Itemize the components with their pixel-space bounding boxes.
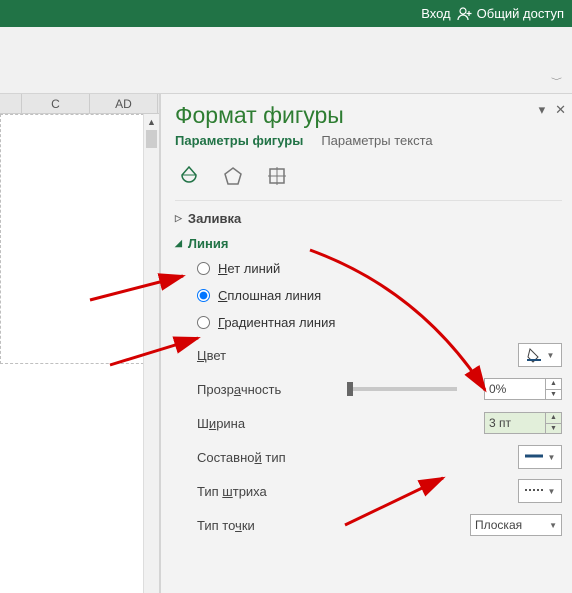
cap-value: Плоская [475,518,522,532]
col-header-ad[interactable]: AD [90,94,158,113]
radio-no-line-input[interactable] [197,262,210,275]
chevron-down-icon: ▼ [548,487,556,496]
vertical-scrollbar[interactable]: ▲ [143,114,159,593]
paint-bucket-icon [526,347,542,363]
color-picker-button[interactable]: ▼ [518,343,562,367]
signin-link[interactable]: Вход [421,6,450,21]
chevron-down-icon: ▼ [548,453,556,462]
row-compound: Составной тип ▼ [197,444,562,470]
radio-solid-line[interactable]: Сплошная линия [197,288,562,303]
close-pane-icon[interactable]: ✕ [555,102,566,118]
collapse-ribbon-icon[interactable]: ﹀ [551,76,562,86]
width-input[interactable]: 3 пт ▲▼ [484,412,562,434]
column-headers: C AD [0,94,159,114]
task-pane-options-icon[interactable]: ▾ [539,102,546,118]
scroll-up-icon[interactable]: ▲ [144,114,159,130]
chevron-down-icon: ▼ [547,351,555,360]
tab-shape-options[interactable]: Параметры фигуры [175,133,303,148]
pane-tabs: Параметры фигуры Параметры текста [175,133,562,148]
share-button[interactable]: Общий доступ [457,6,564,22]
row-color: Цвет ▼ [197,342,562,368]
collapse-icon: ◢ [175,238,182,249]
radio-gradient-line-input[interactable] [197,316,210,329]
title-bar: Вход Общий доступ [0,0,572,27]
ribbon-area: ﹀ [0,27,572,94]
category-icons [175,158,562,201]
scroll-thumb[interactable] [146,130,157,148]
effects-icon[interactable] [219,162,247,190]
spin-down-icon[interactable]: ▼ [546,390,561,400]
spin-up-icon[interactable]: ▲ [546,413,561,424]
radio-solid-line-input[interactable] [197,289,210,302]
radio-no-line[interactable]: Нет линий [197,261,562,276]
row-dash: Тип штриха ▼ [197,478,562,504]
transparency-value: 0% [489,382,506,396]
section-line-label: Линия [188,236,229,251]
tab-text-options[interactable]: Параметры текста [321,133,432,148]
worksheet-area: C AD ▲ [0,94,160,593]
cap-type-dropdown[interactable]: Плоская ▼ [470,514,562,536]
transparency-input[interactable]: 0% ▲▼ [484,378,562,400]
fill-line-icon[interactable] [175,162,203,190]
radio-gradient-line[interactable]: Градиентная линия [197,315,562,330]
col-header-c[interactable]: C [22,94,90,113]
dash-line-icon [525,486,543,496]
section-fill-header[interactable]: ▷ Заливка [175,211,562,226]
size-properties-icon[interactable] [263,162,291,190]
row-cap: Тип точки Плоская ▼ [197,512,562,538]
slider-handle[interactable] [347,382,353,396]
compound-line-icon [525,452,543,462]
section-line-header[interactable]: ◢ Линия [175,236,562,251]
person-share-icon [457,6,473,22]
chevron-down-icon: ▼ [549,521,557,530]
spin-up-icon[interactable]: ▲ [546,379,561,390]
expand-icon: ▷ [175,213,182,224]
row-transparency: Прозрачность 0% ▲▼ [197,376,562,402]
pane-title: Формат фигуры [175,102,562,129]
share-label: Общий доступ [477,6,564,21]
transparency-slider[interactable] [347,387,457,391]
dash-type-dropdown[interactable]: ▼ [518,479,562,503]
compound-type-dropdown[interactable]: ▼ [518,445,562,469]
col-header-blank[interactable] [0,94,22,113]
format-shape-pane: ▾ ✕ Формат фигуры Параметры фигуры Парам… [160,94,572,593]
spin-down-icon[interactable]: ▼ [546,424,561,434]
width-value: 3 пт [489,416,511,430]
section-fill-label: Заливка [188,211,241,226]
row-width: Ширина 3 пт ▲▼ [197,410,562,436]
shape-selection[interactable] [0,114,149,364]
